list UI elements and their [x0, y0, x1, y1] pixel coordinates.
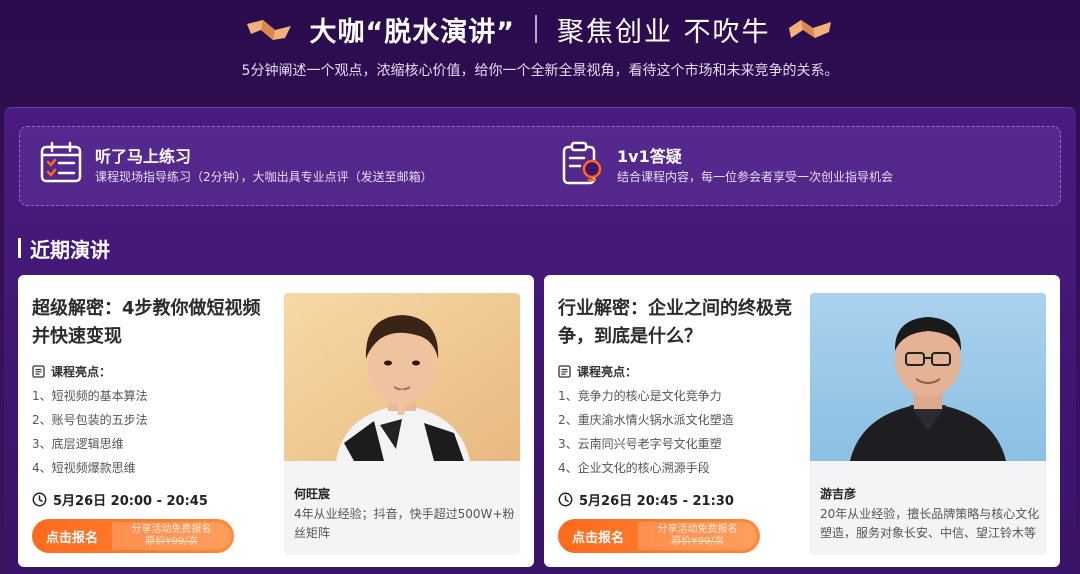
speaker-photo — [810, 293, 1046, 461]
list-icon — [32, 365, 45, 378]
section-title: 近期演讲 — [30, 237, 110, 262]
register-button[interactable]: 点击报名 分享活动免费报名 原价¥99/次 — [558, 519, 760, 553]
talk-card[interactable]: 行业解密：企业之间的终极竞争，到底是什么？ 课程亮点： 1、竞争力的核心是文化竞… — [544, 275, 1060, 567]
highlight-item: 4、短视频爆款思维 — [32, 461, 136, 475]
ribbon-right-icon — [788, 20, 831, 38]
features-box: 听了马上练习 课程现场指导练习（2分钟），大咖出具专业点评（发送至邮箱） 1v1… — [19, 126, 1061, 206]
page-subtitle: 5分钟阐述一个观点，浓缩核心价值，给你一个全新全景视角，看待这个市场和未来竞争的… — [241, 63, 839, 79]
section-bar — [18, 238, 21, 258]
share-text: 分享活动免费报名 — [657, 524, 738, 535]
talk-time-text: 5月26日 20:45 - 21:30 — [579, 494, 734, 509]
speaker-bio: 20年从业经验，擅长品牌策略与核心文化塑造，服务对象长安、中信、望江铃木等 — [820, 507, 1040, 540]
page-slogan: 聚焦创业 不吹牛 — [556, 16, 771, 48]
register-label[interactable]: 点击报名 — [558, 519, 638, 553]
share-free-register[interactable]: 分享活动免费报名 原价¥99/次 — [638, 522, 757, 550]
share-free-register[interactable]: 分享活动免费报名 原价¥99/次 — [112, 522, 231, 550]
speaker-bio: 4年从业经验；抖音，快手超过500W+粉丝矩阵 — [294, 507, 515, 540]
speaker-photo — [284, 293, 520, 461]
talk-time-text: 5月26日 20:00 - 20:45 — [53, 494, 208, 509]
share-text: 分享活动免费报名 — [131, 524, 212, 535]
highlights-label: 课程亮点： — [51, 365, 112, 379]
title-divider — [534, 15, 537, 43]
feature-title: 1v1答疑 — [617, 147, 682, 166]
clock-icon — [558, 492, 573, 507]
speaker-box: 何旺宸 4年从业经验；抖音，快手超过500W+粉丝矩阵 — [284, 293, 520, 555]
talk-title: 行业解密：企业之间的终极竞争，到底是什么？ — [558, 298, 792, 347]
ribbon-left-icon — [247, 20, 292, 40]
original-price: 原价¥99/次 — [145, 536, 198, 547]
section-heading: 近期演讲 — [18, 234, 110, 262]
page-title: 大咖“脱水演讲” — [309, 16, 515, 48]
list-icon — [558, 365, 571, 378]
feature-desc: 结合课程内容，每一位参会者享受一次创业指导机会 — [617, 170, 894, 184]
highlight-item: 2、重庆渝水情火锅水派文化塑造 — [558, 413, 734, 427]
highlight-item: 3、底层逻辑思维 — [32, 437, 124, 451]
talk-title: 超级解密：4步教你做短视频并快速变现 — [32, 298, 261, 347]
register-button[interactable]: 点击报名 分享活动免费报名 原价¥99/次 — [32, 519, 234, 553]
highlight-item: 3、云南同兴号老字号文化重塑 — [558, 437, 722, 451]
main-panel: 听了马上练习 课程现场指导练习（2分钟），大咖出具专业点评（发送至邮箱） 1v1… — [4, 107, 1076, 574]
clipboard-lightbulb-icon — [562, 141, 602, 185]
clock-icon — [32, 492, 47, 507]
highlight-item: 1、竞争力的核心是文化竞争力 — [558, 389, 722, 403]
highlight-item: 2、账号包装的五步法 — [32, 413, 148, 427]
talk-card[interactable]: 超级解密：4步教你做短视频并快速变现 课程亮点： 1、短视频的基本算法 2、账号… — [18, 275, 534, 567]
feature-qa: 1v1答疑 结合课程内容，每一位参会者享受一次创业指导机会 — [562, 141, 1042, 193]
speaker-name: 游吉彦 — [820, 487, 857, 501]
highlights-heading: 课程亮点： — [558, 363, 637, 380]
highlights-list: 1、短视频的基本算法 2、账号包装的五步法 3、底层逻辑思维 4、短视频爆款思维 — [32, 387, 148, 483]
title-row: 大咖“脱水演讲” 聚焦创业 不吹牛 — [0, 8, 1080, 50]
talk-time: 5月26日 20:45 - 21:30 — [558, 490, 734, 509]
speaker-box: 游吉彦 20年从业经验，擅长品牌策略与核心文化塑造，服务对象长安、中信、望江铃木… — [810, 293, 1046, 555]
checklist-calendar-icon — [40, 141, 82, 183]
highlights-list: 1、竞争力的核心是文化竞争力 2、重庆渝水情火锅水派文化塑造 3、云南同兴号老字… — [558, 387, 734, 483]
register-label[interactable]: 点击报名 — [32, 519, 112, 553]
feature-practice: 听了马上练习 课程现场指导练习（2分钟），大咖出具专业点评（发送至邮箱） — [40, 141, 540, 193]
talk-time: 5月26日 20:00 - 20:45 — [32, 490, 208, 509]
feature-desc: 课程现场指导练习（2分钟），大咖出具专业点评（发送至邮箱） — [95, 170, 433, 184]
speaker-name: 何旺宸 — [294, 487, 331, 501]
highlight-item: 4、企业文化的核心溯源手段 — [558, 461, 710, 475]
page-header: 大咖“脱水演讲” 聚焦创业 不吹牛 5分钟阐述一个观点，浓缩核心价值，给你一个全… — [0, 0, 1080, 100]
highlights-label: 课程亮点： — [577, 365, 638, 379]
highlight-item: 1、短视频的基本算法 — [32, 389, 148, 403]
original-price: 原价¥99/次 — [671, 536, 724, 547]
highlights-heading: 课程亮点： — [32, 363, 111, 380]
feature-title: 听了马上练习 — [95, 147, 192, 166]
